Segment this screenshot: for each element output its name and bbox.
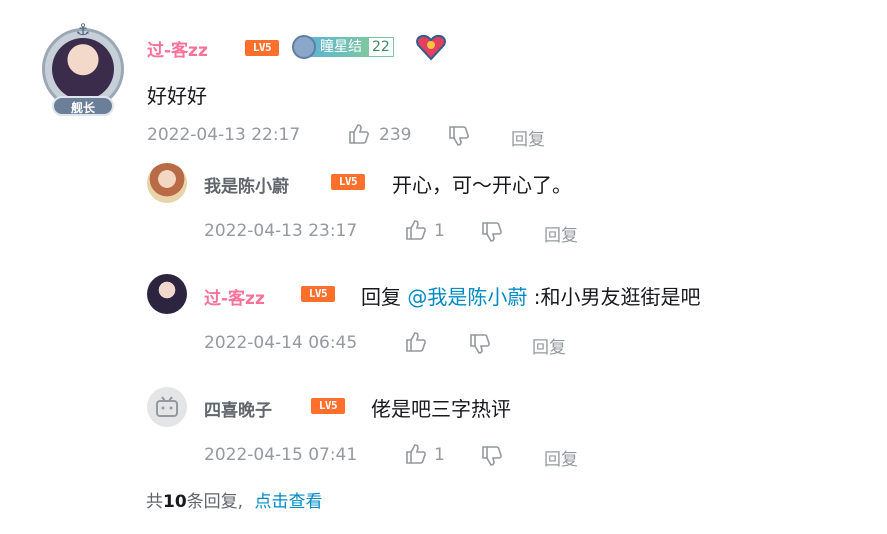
default-avatar-icon	[156, 396, 178, 417]
level-badge: LV5	[245, 40, 279, 56]
like-icon[interactable]	[347, 122, 371, 146]
reply-avatar[interactable]	[147, 387, 187, 427]
reply-count: 10	[163, 492, 187, 512]
reply-body: :和小男友逛街是吧	[533, 285, 701, 309]
reply-avatar[interactable]	[147, 163, 187, 203]
like-count: 1	[434, 445, 445, 465]
view-all-replies-link[interactable]: 点击查看	[254, 492, 322, 512]
reply-summary: 共10条回复, 点击查看	[146, 487, 322, 512]
reply-time: 2022-04-13 23:17	[204, 221, 358, 241]
reply-avatar[interactable]	[147, 274, 187, 314]
reply-time: 2022-04-14 06:45	[204, 333, 358, 353]
username-main[interactable]: 过-客zz	[147, 36, 208, 61]
reply-button[interactable]: 回复	[544, 445, 578, 470]
heart-emblem-icon	[414, 32, 448, 62]
dislike-icon[interactable]	[480, 444, 504, 468]
dislike-icon[interactable]	[447, 124, 471, 148]
mention-link[interactable]: @我是陈小蔚	[407, 285, 527, 309]
level-badge: LV5	[301, 286, 335, 302]
captain-badge: 舰长	[52, 96, 114, 116]
comment-text-main: 好好好	[147, 84, 207, 108]
medal-level: 22	[368, 37, 394, 57]
anchor-icon: ⚓	[75, 20, 91, 39]
summary-suffix: 条回复,	[186, 492, 244, 512]
reply-text: 开心，可～开心了。	[392, 173, 572, 197]
user-avatar-main[interactable]: ⚓ 舰长	[38, 20, 128, 120]
dislike-icon[interactable]	[480, 220, 504, 244]
medal-icon	[292, 35, 316, 59]
medal-name: 瞳星结	[310, 37, 368, 57]
reply-username[interactable]: 我是陈小蔚	[204, 172, 289, 197]
like-icon[interactable]	[404, 442, 428, 466]
level-badge: LV5	[311, 398, 345, 414]
avatar-image	[52, 38, 114, 100]
reply-text: 回复 @我是陈小蔚 :和小男友逛街是吧	[361, 281, 700, 310]
reply-time: 2022-04-15 07:41	[204, 445, 358, 465]
reply-button[interactable]: 回复	[532, 333, 566, 358]
level-badge: LV5	[331, 174, 365, 190]
fan-medal[interactable]: 瞳星结 22	[292, 35, 394, 59]
reply-button[interactable]: 回复	[511, 125, 545, 150]
like-count: 239	[379, 125, 412, 145]
reply-prefix: 回复	[361, 285, 401, 309]
summary-prefix: 共	[146, 492, 163, 512]
like-icon[interactable]	[404, 330, 428, 354]
reply-username[interactable]: 过-客zz	[204, 284, 265, 309]
dislike-icon[interactable]	[468, 332, 492, 356]
reply-text: 佬是吧三字热评	[371, 397, 511, 421]
reply-button[interactable]: 回复	[544, 221, 578, 246]
like-count: 1	[434, 221, 445, 241]
comment-time: 2022-04-13 22:17	[147, 125, 301, 145]
like-icon[interactable]	[404, 218, 428, 242]
reply-username[interactable]: 四喜晚子	[204, 396, 272, 421]
